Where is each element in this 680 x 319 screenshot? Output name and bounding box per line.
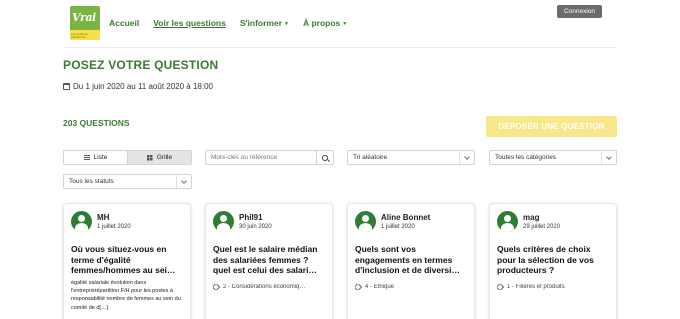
view-grid-button[interactable]: Grille bbox=[128, 151, 191, 164]
nav-item-a-propos-label: À propos bbox=[302, 18, 341, 28]
nav-item-accueil[interactable]: Accueil bbox=[109, 18, 139, 28]
card-category-label: 1 - Filières et produits bbox=[507, 284, 565, 290]
card-excerpt: égalité salariale évolution dans l'entre… bbox=[71, 280, 181, 311]
card-category[interactable]: 4 - Ethique bbox=[355, 284, 470, 290]
nav-item-sinformer[interactable]: S'informer ▼ bbox=[240, 18, 289, 28]
list-icon bbox=[83, 155, 90, 160]
view-grid-label: Grille bbox=[156, 154, 173, 161]
nav-item-voir-questions[interactable]: Voir les questions bbox=[153, 18, 226, 28]
view-list-button[interactable]: Liste bbox=[64, 151, 128, 164]
main-nav: Accueil Voir les questions S'informer ▼ À… bbox=[109, 18, 347, 28]
search-icon bbox=[322, 154, 328, 161]
caret-down-icon: ▼ bbox=[284, 21, 289, 27]
avatar bbox=[213, 211, 234, 232]
search-button[interactable] bbox=[316, 151, 333, 164]
card-author: MH bbox=[97, 213, 110, 222]
login-button[interactable]: Connexion bbox=[557, 5, 602, 18]
chevron-down-icon bbox=[459, 151, 474, 164]
card-category[interactable]: 2 - Considérations économiq… bbox=[213, 284, 328, 290]
sort-select-value: Tri aléatoire bbox=[353, 154, 388, 161]
sort-select[interactable]: Tri aléatoire bbox=[347, 150, 475, 165]
ask-question-button[interactable]: DÉPOSER UNE QUESTION bbox=[486, 116, 617, 137]
dates-text: Du 1 juin 2020 au 11 août 2020 à 18:00 bbox=[73, 82, 213, 91]
card-category-label: 4 - Ethique bbox=[365, 284, 395, 290]
logo-subtext: La confiance transforme bbox=[71, 31, 89, 39]
consultation-dates: Du 1 juin 2020 au 11 août 2020 à 18:00 bbox=[63, 82, 213, 91]
grid-icon bbox=[146, 154, 153, 161]
card-title[interactable]: Quels critères de choix pour la sélectio… bbox=[497, 244, 610, 276]
view-list-label: Liste bbox=[93, 154, 108, 161]
logo-text: Vrai bbox=[72, 11, 96, 24]
search-box bbox=[205, 150, 334, 165]
brand-logo[interactable]: Vrai La confiance transforme bbox=[70, 6, 100, 40]
tag-icon bbox=[355, 284, 363, 290]
card-title[interactable]: Où vous situez-vous en terme d'égalité f… bbox=[71, 244, 184, 276]
category-select-value: Toutes les catégories bbox=[495, 154, 557, 161]
questions-count: 203 QUESTIONS bbox=[63, 118, 130, 128]
nav-item-a-propos[interactable]: À propos ▼ bbox=[303, 18, 347, 28]
question-card[interactable]: mag 29 juillet 2020 Quels critères de ch… bbox=[489, 203, 617, 319]
card-date: 1 juillet 2020 bbox=[381, 224, 415, 230]
card-author: mag bbox=[523, 213, 540, 222]
tag-icon bbox=[213, 284, 221, 290]
card-date: 29 juillet 2020 bbox=[523, 224, 561, 230]
card-date: 1 juillet 2020 bbox=[97, 224, 131, 230]
card-title[interactable]: Quel est le salaire médian des salariées… bbox=[213, 244, 326, 276]
calendar-icon bbox=[63, 83, 70, 90]
nav-item-sinformer-label: S'informer bbox=[239, 18, 283, 28]
card-category[interactable]: 1 - Filières et produits bbox=[497, 284, 612, 290]
tag-icon bbox=[497, 284, 505, 290]
card-author: Aline Bonnet bbox=[381, 213, 431, 222]
card-category-label: 2 - Considérations économiq… bbox=[223, 284, 306, 290]
card-date: 30 juin 2020 bbox=[239, 224, 272, 230]
avatar bbox=[497, 211, 518, 232]
chevron-down-icon bbox=[176, 175, 191, 188]
question-card[interactable]: MH 1 juillet 2020 Où vous situez-vous en… bbox=[63, 203, 191, 319]
card-author: Phil91 bbox=[239, 213, 263, 222]
category-select[interactable]: Toutes les catégories bbox=[489, 150, 617, 165]
status-select-value: Tous les statuts bbox=[69, 178, 114, 185]
chevron-down-icon bbox=[601, 151, 616, 164]
card-title[interactable]: Quels sont vos engagements en termes d'i… bbox=[355, 244, 468, 276]
avatar bbox=[355, 211, 376, 232]
question-card[interactable]: Aline Bonnet 1 juillet 2020 Quels sont v… bbox=[347, 203, 475, 319]
page-title: POSEZ VOTRE QUESTION bbox=[63, 58, 219, 72]
search-input[interactable] bbox=[206, 151, 316, 164]
caret-down-icon: ▼ bbox=[342, 21, 348, 27]
header-divider bbox=[63, 47, 617, 48]
view-toggle: Liste Grille bbox=[63, 150, 192, 165]
question-card[interactable]: Phil91 30 juin 2020 Quel est le salaire … bbox=[205, 203, 333, 319]
avatar bbox=[71, 211, 92, 232]
status-select[interactable]: Tous les statuts bbox=[63, 174, 192, 189]
